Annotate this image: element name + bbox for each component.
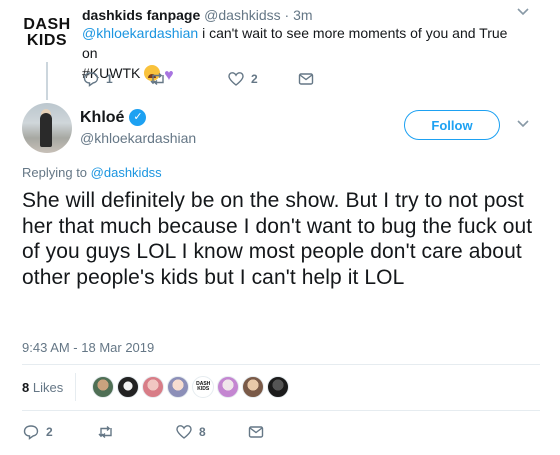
likes-row: 8 Likes DASH KIDS <box>22 372 292 402</box>
retweet-icon <box>98 425 112 439</box>
reply-button[interactable]: 2 <box>22 423 97 441</box>
avatar[interactable] <box>22 103 72 153</box>
follow-button[interactable]: Follow <box>404 110 500 140</box>
reply-count: 1 <box>106 72 113 86</box>
main-tweet-actions: 2 8 <box>22 423 265 441</box>
divider <box>22 364 540 365</box>
heart-icon <box>228 72 244 86</box>
direct-message-button[interactable] <box>297 70 315 88</box>
message-icon <box>298 73 314 85</box>
parent-tweet-actions: 1 2 <box>82 70 315 88</box>
reply-icon <box>83 72 99 87</box>
reply-icon <box>23 425 39 440</box>
divider <box>75 373 77 401</box>
parent-tweet-time[interactable]: 3m <box>293 7 312 23</box>
replying-to: Replying to @dashkidss <box>22 165 162 180</box>
likes-count: 8 <box>22 379 30 395</box>
liker-avatar[interactable] <box>117 376 140 398</box>
parent-author-handle[interactable]: @dashkidss <box>204 7 280 23</box>
avatar-text: DASH <box>23 16 71 33</box>
heart-icon <box>176 425 192 439</box>
verified-icon: ✓ <box>129 109 147 126</box>
chevron-down-icon[interactable] <box>516 118 530 132</box>
retweet-button[interactable] <box>97 423 175 441</box>
like-count: 8 <box>199 425 206 439</box>
thread-line <box>46 62 48 100</box>
separator: · <box>284 7 290 23</box>
liker-avatar[interactable] <box>142 376 165 398</box>
divider <box>22 410 540 411</box>
liker-avatar[interactable]: DASH KIDS <box>192 376 215 398</box>
liker-avatar[interactable] <box>217 376 240 398</box>
tweet-timestamp[interactable]: 9:43 AM - 18 Mar 2019 <box>22 340 154 355</box>
like-button[interactable]: 8 <box>175 423 247 441</box>
likes-label: Likes <box>32 379 64 395</box>
replying-prefix: Replying to <box>22 165 88 180</box>
replying-to-link[interactable]: @dashkidss <box>91 165 162 180</box>
avatar-text: KIDS <box>26 32 68 49</box>
direct-message-button[interactable] <box>247 423 265 441</box>
like-button[interactable]: 2 <box>227 70 297 88</box>
liker-avatar[interactable] <box>242 376 265 398</box>
like-count: 2 <box>251 72 258 86</box>
likes-count-link[interactable]: 8 Likes <box>22 380 63 395</box>
liker-avatar[interactable] <box>267 376 290 398</box>
liker-avatar[interactable] <box>167 376 190 398</box>
main-tweet-text: She will definitely be on the show. But … <box>22 189 533 289</box>
main-author-name[interactable]: Khloé <box>80 108 124 127</box>
message-icon <box>248 426 264 438</box>
parent-tweet: DASH KIDS dashkids fanpage @dashkidss · … <box>0 0 560 100</box>
parent-tweet-header: dashkids fanpage @dashkidss · 3m <box>82 7 313 23</box>
retweet-icon <box>150 72 164 86</box>
reply-count: 2 <box>46 425 53 439</box>
reply-button[interactable]: 1 <box>82 70 149 88</box>
avatar[interactable]: DASH KIDS <box>22 8 72 58</box>
main-author-handle[interactable]: @khloekardashian <box>80 130 196 146</box>
liker-avatar[interactable] <box>92 376 115 398</box>
parent-author-name[interactable]: dashkids fanpage <box>82 7 200 23</box>
chevron-down-icon[interactable] <box>516 6 530 20</box>
mention-link[interactable]: @khloekardashian <box>82 25 198 41</box>
retweet-button[interactable] <box>149 70 227 88</box>
main-author-name-row: Khloé ✓ <box>80 108 147 127</box>
